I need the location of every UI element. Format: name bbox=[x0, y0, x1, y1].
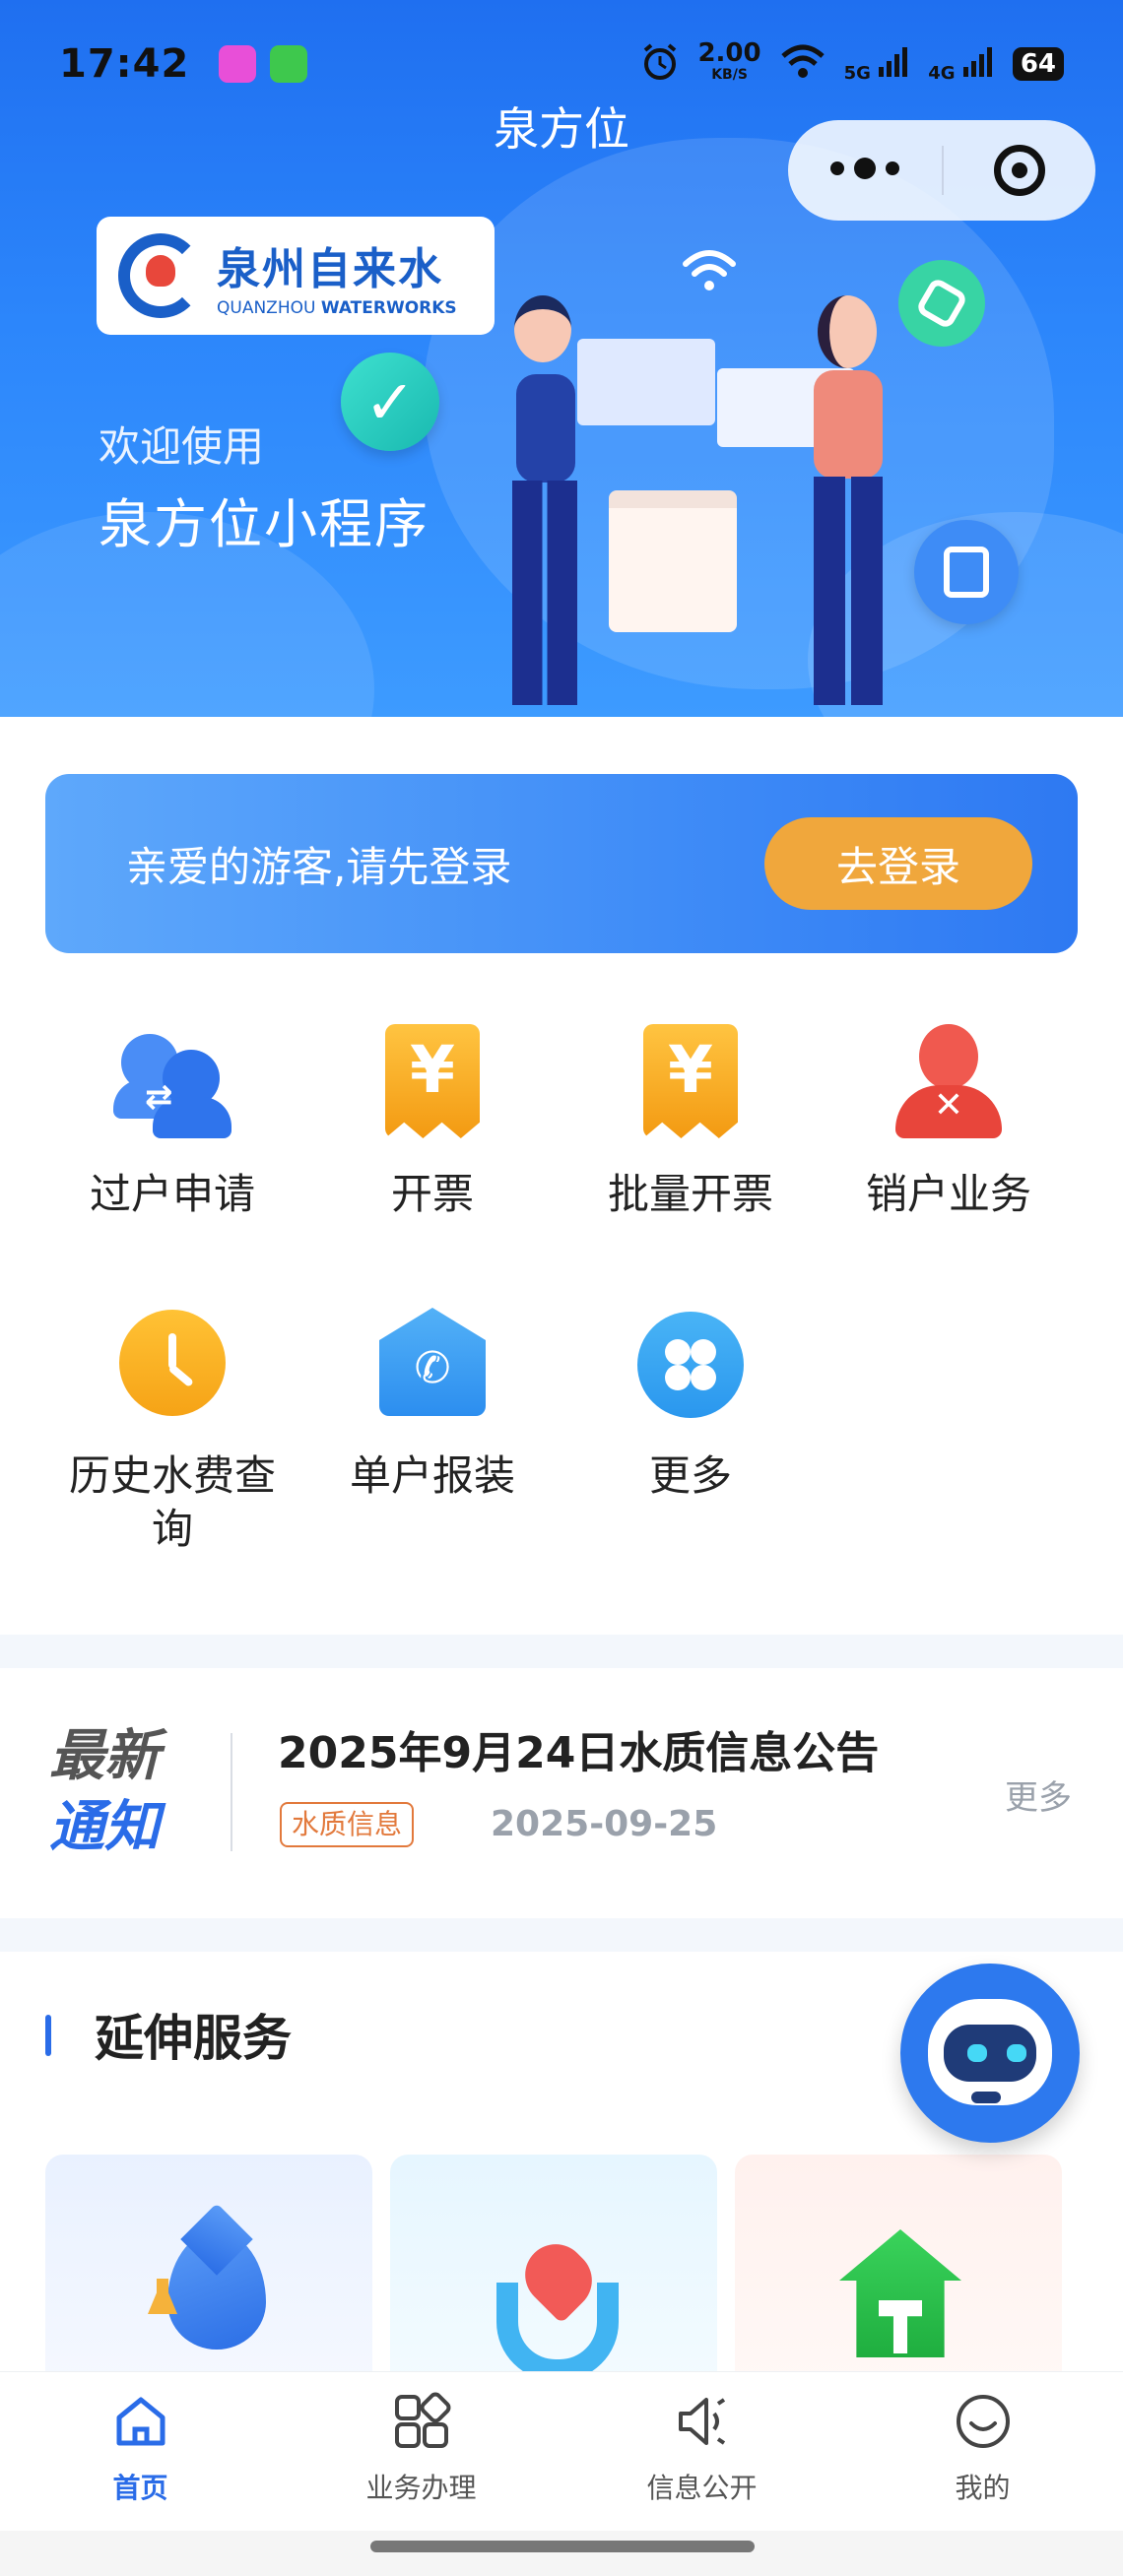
brand-logo-card: 泉州自来水 QUANZHOU WATERWORKS bbox=[97, 217, 495, 335]
service-item-invoice[interactable]: ¥ 开票 bbox=[303, 1024, 562, 1221]
service-item-cancel-account[interactable]: ✕ 销户业务 bbox=[820, 1024, 1078, 1221]
tab-label: 我的 bbox=[955, 2472, 1011, 2504]
status-time: 17:42 bbox=[59, 41, 190, 87]
more-grid-icon bbox=[631, 1306, 750, 1424]
signal-4g-icon: 4G bbox=[928, 45, 995, 84]
section-accent-bar bbox=[45, 2015, 51, 2056]
water-drop-icon bbox=[167, 2231, 266, 2350]
smile-icon bbox=[954, 2392, 1013, 2451]
tab-label: 信息公开 bbox=[646, 2472, 758, 2504]
home-indicator[interactable] bbox=[370, 2541, 755, 2552]
tab-me[interactable]: 我的 bbox=[842, 2372, 1123, 2531]
login-button[interactable]: 去登录 bbox=[764, 817, 1032, 910]
brand-name-cn: 泉州自来水 bbox=[217, 244, 443, 294]
extended-service-card-home[interactable] bbox=[735, 2155, 1062, 2387]
service-item-more[interactable]: 更多 bbox=[562, 1306, 820, 1503]
section-divider bbox=[0, 1635, 1123, 1668]
section-title: 延伸服务 bbox=[95, 2010, 292, 2067]
service-label: 开票 bbox=[390, 1170, 474, 1218]
customer-service-robot-icon[interactable] bbox=[900, 1964, 1080, 2143]
service-item-transfer[interactable]: ⇄ 过户申请 bbox=[43, 1024, 301, 1221]
illustration-person-legs bbox=[512, 481, 577, 705]
alarm-icon bbox=[640, 42, 680, 86]
speaker-icon bbox=[673, 2392, 732, 2451]
gear-icon bbox=[898, 260, 985, 347]
home-icon bbox=[111, 2392, 170, 2451]
login-prompt: 亲爱的游客,请先登录 bbox=[126, 842, 512, 891]
message-app-icon bbox=[270, 45, 308, 83]
service-label: 销户业务 bbox=[865, 1170, 1031, 1218]
clock-icon bbox=[113, 1306, 231, 1424]
status-bar: 17:42 2.00 KB/S 5G 4G 64 bbox=[0, 30, 1123, 98]
check-icon: ✓ bbox=[341, 353, 439, 451]
tab-business[interactable]: 业务办理 bbox=[281, 2372, 562, 2531]
network-speed: 2.00 KB/S bbox=[697, 38, 761, 83]
tab-home[interactable]: 首页 bbox=[0, 2372, 281, 2531]
apps-icon bbox=[392, 2392, 451, 2451]
illustration-person-body bbox=[814, 370, 883, 479]
illustration-person-legs bbox=[814, 477, 883, 705]
batch-invoice-yen-icon: ¥ bbox=[631, 1024, 750, 1142]
service-item-install[interactable]: ✆ 单户报装 bbox=[303, 1306, 562, 1503]
welcome-text: 欢迎使用 bbox=[99, 422, 265, 471]
login-banner: 亲爱的游客,请先登录 去登录 bbox=[45, 774, 1078, 953]
edit-icon bbox=[914, 520, 1019, 624]
brand-name-en: QUANZHOU WATERWORKS bbox=[217, 298, 457, 318]
close-miniprogram-icon[interactable] bbox=[944, 145, 1095, 196]
notice-tag: 水质信息 bbox=[280, 1802, 415, 1847]
notice-more-link[interactable]: 更多 bbox=[1005, 1771, 1072, 1819]
illustration-panel bbox=[577, 339, 715, 425]
service-label: 单户报装 bbox=[349, 1451, 515, 1500]
service-label: 过户申请 bbox=[89, 1170, 255, 1218]
latest-notice[interactable]: 最新 通知 2025年9月24日水质信息公告 水质信息 2025-09-25 更… bbox=[0, 1668, 1123, 1918]
illustration-document bbox=[609, 490, 737, 632]
extended-service-card-water-quality[interactable] bbox=[45, 2155, 372, 2387]
service-label: 历史水费查询 bbox=[68, 1451, 276, 1553]
service-label: 更多 bbox=[648, 1451, 732, 1500]
illustration-person-head bbox=[818, 295, 877, 368]
service-label: 批量开票 bbox=[607, 1170, 773, 1218]
bottom-tab-bar: 首页 业务办理 信息公开 我的 bbox=[0, 2371, 1123, 2531]
notice-divider bbox=[231, 1733, 232, 1851]
cancel-account-icon: ✕ bbox=[890, 1024, 1008, 1142]
extended-service-card-care[interactable] bbox=[390, 2155, 717, 2387]
wifi-icon bbox=[680, 246, 739, 307]
home-phone-icon: ✆ bbox=[373, 1306, 492, 1424]
camera-app-icon bbox=[219, 45, 257, 83]
section-divider bbox=[0, 1918, 1123, 1952]
notice-label: 最新 通知 bbox=[49, 1724, 160, 1859]
tab-label: 首页 bbox=[112, 2472, 168, 2504]
miniprogram-capsule bbox=[788, 120, 1095, 221]
illustration-person-head bbox=[514, 295, 571, 362]
transfer-users-icon: ⇄ bbox=[113, 1024, 231, 1142]
service-item-fee-history[interactable]: 历史水费查询 bbox=[43, 1306, 301, 1556]
notice-date: 2025-09-25 bbox=[491, 1804, 718, 1844]
service-item-batch-invoice[interactable]: ¥ 批量开票 bbox=[562, 1024, 820, 1221]
welcome-app-name: 泉方位小程序 bbox=[99, 493, 429, 555]
notice-title[interactable]: 2025年9月24日水质信息公告 bbox=[278, 1717, 879, 1780]
signal-5g-icon: 5G bbox=[844, 45, 911, 84]
illustration-person-body bbox=[516, 374, 575, 483]
wifi-status-icon bbox=[779, 44, 826, 84]
tab-info[interactable]: 信息公开 bbox=[562, 2372, 842, 2531]
system-nav-area bbox=[0, 2531, 1123, 2576]
invoice-yen-icon: ¥ bbox=[373, 1024, 492, 1142]
more-options-icon[interactable] bbox=[788, 158, 942, 179]
tab-label: 业务办理 bbox=[365, 2472, 477, 2504]
battery-indicator: 64 bbox=[1012, 47, 1064, 81]
brand-logo-icon bbox=[118, 233, 203, 318]
